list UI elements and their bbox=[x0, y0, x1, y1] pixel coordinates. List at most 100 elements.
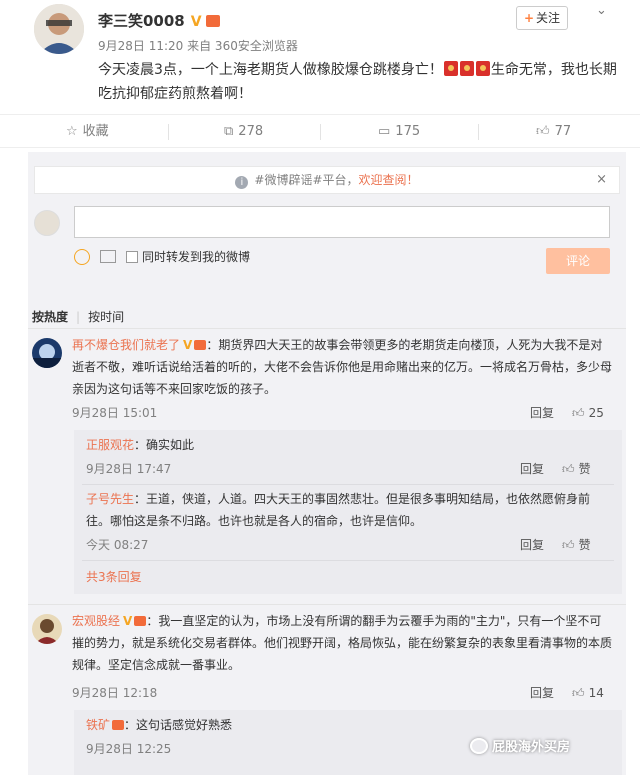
verified-badge-icon: V bbox=[123, 614, 133, 628]
reply-content: ：王道，侠道，人道。四大天王的事固然悲壮。但是很多事明知结局，也依然愿俯身前往。… bbox=[86, 492, 591, 528]
comment-time: 9月28日 15:01 bbox=[72, 406, 158, 420]
divider bbox=[168, 124, 169, 140]
thumbs-up-icon[interactable]: 👍︎ bbox=[572, 406, 585, 421]
follow-button[interactable]: + 关注 bbox=[516, 6, 568, 30]
reply-time: 9月28日 12:25 bbox=[86, 742, 172, 756]
wechat-icon bbox=[470, 738, 488, 754]
tab-time[interactable]: 按时间 bbox=[88, 310, 124, 324]
verified-badge-icon: V bbox=[183, 338, 193, 352]
like-button[interactable]: 赞 bbox=[579, 538, 591, 552]
comment-button[interactable]: ▭ 175 bbox=[378, 115, 420, 149]
my-avatar bbox=[34, 210, 60, 236]
like-count: 77 bbox=[554, 124, 572, 139]
reply-actions: 回复 👍︎ 赞 bbox=[520, 460, 591, 477]
vip-crown-icon bbox=[205, 15, 220, 27]
notice-link[interactable]: 欢迎查阅！ bbox=[359, 173, 419, 187]
avatar[interactable] bbox=[34, 4, 84, 54]
favorite-label: 收藏 bbox=[82, 124, 109, 139]
thumbs-up-icon[interactable]: 👍︎ bbox=[572, 686, 585, 701]
username-text[interactable]: 李三笑0008 bbox=[98, 12, 185, 30]
forward-label[interactable]: 同时转发到我的微博 bbox=[142, 250, 250, 264]
composer-tools: 同时转发到我的微博 bbox=[74, 248, 250, 268]
vip-crown-icon bbox=[194, 340, 207, 350]
like-count[interactable]: 14 bbox=[589, 686, 604, 700]
reply-author[interactable]: 正服观花 bbox=[86, 438, 134, 452]
post-meta: 9月28日 11:20 来自 360安全浏览器 bbox=[98, 39, 298, 53]
comment-content: ：我一直坚定的认为，市场上没有所谓的翻手为云覆手为雨的"主力"，只有一个坚不可摧… bbox=[72, 614, 613, 672]
repost-count: 278 bbox=[238, 124, 264, 139]
favorite-button[interactable]: ☆ 收藏 bbox=[66, 115, 109, 149]
comment-actions: 回复 👍︎ 25 bbox=[530, 404, 604, 421]
divider bbox=[82, 484, 614, 485]
reply-content: ：确实如此 bbox=[134, 438, 195, 452]
like-button[interactable]: 👍︎ 77 bbox=[536, 115, 571, 149]
close-icon[interactable]: × bbox=[596, 167, 607, 193]
reply-button[interactable]: 回复 bbox=[520, 462, 544, 476]
repost-button[interactable]: ⧉ 278 bbox=[224, 115, 263, 149]
sort-tabs: 按热度 | 按时间 bbox=[32, 308, 124, 325]
divider bbox=[28, 328, 626, 329]
comment-author[interactable]: 再不爆仓我们就老了 bbox=[72, 338, 180, 352]
divider bbox=[320, 124, 321, 140]
notice-text[interactable]: #微博辟谣#平台， bbox=[254, 173, 358, 187]
rumor-notice: i #微博辟谣#平台，欢迎查阅！ × bbox=[34, 166, 620, 194]
more-replies-link[interactable]: 共3条回复 bbox=[86, 568, 142, 585]
reply-text: 正服观花：确实如此 bbox=[86, 434, 606, 456]
reply-list: 正服观花：确实如此 9月28日 17:47 回复 👍︎ 赞 子号先生：王道，侠道，人… bbox=[74, 430, 622, 594]
reply-author[interactable]: 铁矿 bbox=[86, 718, 110, 732]
info-icon: i bbox=[235, 176, 249, 189]
thumbs-up-icon: 👍︎ bbox=[536, 124, 550, 139]
reply-content: ：这句话感觉好熟悉 bbox=[124, 718, 233, 732]
reply-time: 9月28日 17:47 bbox=[86, 462, 172, 476]
reply-button[interactable]: 回复 bbox=[530, 406, 554, 420]
image-icon[interactable] bbox=[100, 250, 116, 263]
action-bar: ☆ 收藏 ⧉ 278 ▭ 175 👍︎ 77 bbox=[0, 114, 640, 148]
thumbs-up-icon[interactable]: 👍︎ bbox=[562, 462, 575, 477]
vip-crown-icon bbox=[112, 720, 125, 730]
reply-button[interactable]: 回复 bbox=[520, 538, 544, 552]
like-count[interactable]: 25 bbox=[589, 406, 604, 420]
divider bbox=[478, 124, 479, 140]
avatar[interactable] bbox=[32, 614, 62, 644]
post-text: 今天凌晨3点，一个上海老期货人做橡胶爆仓跳楼身亡！ 生命无常，我也长期吃抗抑郁症药… bbox=[98, 58, 618, 106]
reply-author[interactable]: 子号先生 bbox=[86, 492, 134, 506]
comment-author[interactable]: 宏观股经 bbox=[72, 614, 120, 628]
thumbs-up-icon[interactable]: 👍︎ bbox=[562, 538, 575, 553]
comment-panel: i #微博辟谣#平台，欢迎查阅！ × 同时转发到我的微博 评论 按热度 | 按时间 再… bbox=[28, 152, 626, 775]
verified-badge-icon: V bbox=[190, 14, 202, 30]
submit-comment-button[interactable]: 评论 bbox=[546, 248, 610, 274]
comment-count: 175 bbox=[395, 124, 421, 139]
vip-crown-icon bbox=[134, 616, 147, 626]
reply-text: 子号先生：王道，侠道，人道。四大天王的事固然悲壮。但是很多事明知结局，也依然愿俯… bbox=[86, 488, 606, 532]
reply-time: 今天 08:27 bbox=[86, 538, 149, 552]
divider: | bbox=[76, 310, 81, 324]
follow-label: 关注 bbox=[536, 11, 561, 25]
red-packet-icon bbox=[443, 61, 458, 76]
emoji-icon[interactable] bbox=[74, 249, 90, 265]
reply-button[interactable]: 回复 bbox=[530, 686, 554, 700]
reply-text: 铁矿 ：这句话感觉好熟悉 bbox=[86, 714, 606, 736]
red-packet-icon bbox=[459, 61, 474, 76]
divider bbox=[28, 604, 626, 605]
comment-time: 9月28日 12:18 bbox=[72, 686, 158, 700]
chevron-down-icon[interactable]: ⌄ bbox=[596, 3, 607, 18]
red-packet-icon bbox=[475, 61, 490, 76]
comment-text: 宏观股经 V ：我一直坚定的认为，市场上没有所谓的翻手为云覆手为雨的"主力"，只有一… bbox=[72, 610, 612, 676]
forward-checkbox[interactable] bbox=[126, 251, 138, 263]
reply-actions: 回复 👍︎ 赞 bbox=[520, 536, 591, 553]
comment-actions: 回复 👍︎ 14 bbox=[530, 684, 604, 701]
plus-icon: + bbox=[523, 11, 535, 25]
comment-icon: ▭ bbox=[378, 124, 391, 139]
tab-hot[interactable]: 按热度 bbox=[32, 310, 68, 324]
username[interactable]: 李三笑0008 V bbox=[98, 10, 220, 31]
star-icon: ☆ bbox=[66, 124, 78, 139]
post-text-part1: 今天凌晨3点，一个上海老期货人做橡胶爆仓跳楼身亡！ bbox=[98, 62, 443, 78]
avatar[interactable] bbox=[32, 338, 62, 368]
divider bbox=[82, 560, 614, 561]
comment-input[interactable] bbox=[74, 206, 610, 238]
watermark-text: 屁股海外买房 bbox=[492, 740, 571, 755]
repost-icon: ⧉ bbox=[224, 124, 234, 139]
like-button[interactable]: 赞 bbox=[579, 462, 591, 476]
watermark: 屁股海外买房 bbox=[470, 736, 570, 755]
comment-text: 再不爆仓我们就老了 V ：期货界四大天王的故事会带领更多的老期货走向楼顶，人死为大我… bbox=[72, 334, 612, 400]
